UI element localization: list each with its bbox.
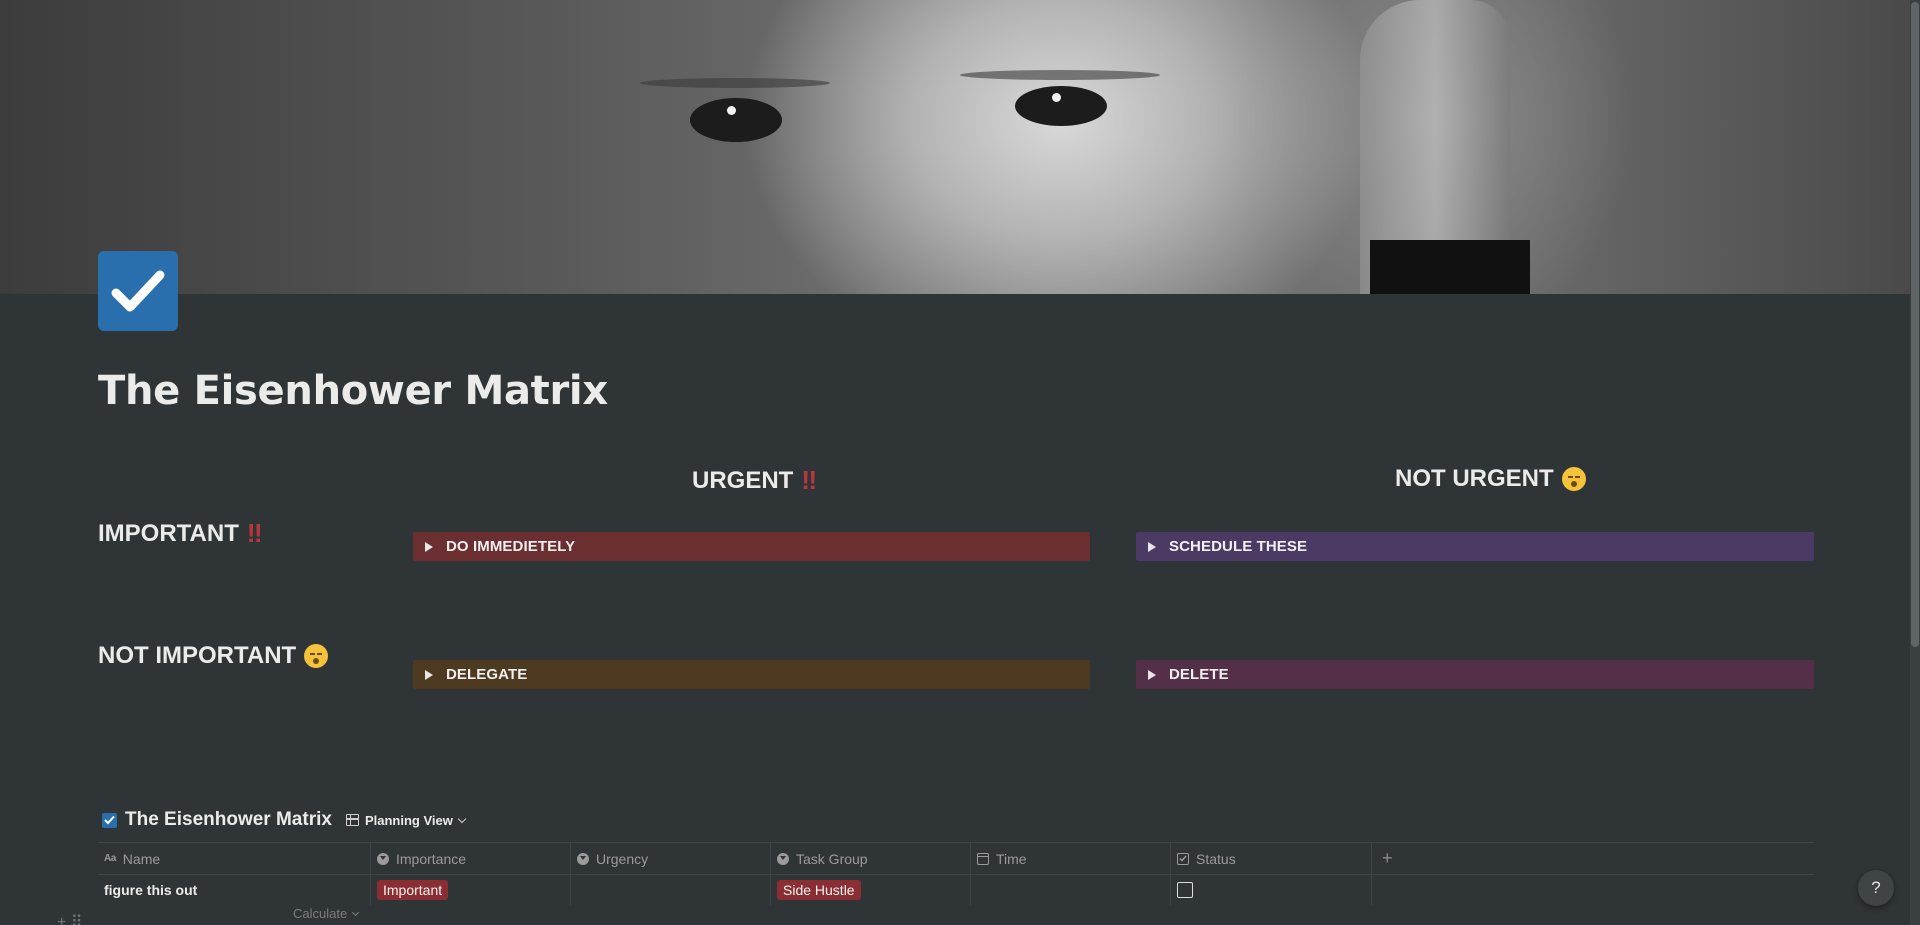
column-header-urgency[interactable]: Urgency [571, 843, 771, 874]
sleeping-face-icon [304, 644, 329, 668]
table-view-icon [345, 814, 359, 826]
column-label: Task Group [796, 850, 868, 867]
cell-urgency[interactable] [571, 875, 771, 905]
select-property-icon [777, 852, 789, 865]
column-label: Status [1196, 850, 1236, 867]
column-label: Time [996, 850, 1027, 867]
sleeping-face-icon [1561, 467, 1586, 491]
text-property-icon: Aa [104, 853, 116, 864]
double-exclamation-icon: ‼ [246, 518, 263, 548]
column-header-status[interactable]: Status [1171, 843, 1372, 874]
toggle-label: SCHEDULE THESE [1169, 538, 1308, 555]
chevron-down-icon [352, 908, 360, 916]
not-important-label: NOT IMPORTANT [98, 642, 297, 669]
database-table: Aa Name Importance Urgency Task Group Ti… [98, 842, 1814, 905]
plus-icon: + [1382, 848, 1393, 868]
task-group-tag: Side Hustle [777, 880, 861, 900]
double-exclamation-icon: ‼ [801, 465, 817, 495]
column-header-name[interactable]: Aa Name [98, 843, 371, 874]
column-header-time[interactable]: Time [971, 843, 1171, 874]
checkbox-icon [102, 812, 117, 828]
checkmark-icon [111, 270, 165, 312]
toggle-label: DO IMMEDIETELY [446, 538, 576, 555]
cell-task-group[interactable]: Side Hustle [771, 875, 971, 905]
cell-name[interactable]: figure this out [98, 875, 371, 905]
scrollbar-thumb[interactable] [1911, 2, 1919, 647]
table-row[interactable]: figure this out Important Side Hustle [98, 875, 1814, 905]
toggle-do-immediately[interactable]: DO IMMEDIETELY [413, 532, 1090, 561]
cover-eye-left [690, 98, 782, 142]
column-header-not-urgent: NOT URGENT [1395, 465, 1586, 493]
calculate-button[interactable]: Calculate [293, 906, 360, 921]
not-urgent-label: NOT URGENT [1395, 465, 1554, 492]
column-label: Name [122, 850, 161, 867]
scrollbar[interactable] [1910, 0, 1920, 925]
row-title[interactable]: figure this out [104, 882, 197, 898]
help-icon: ? [1871, 878, 1881, 897]
page-icon[interactable] [98, 251, 178, 331]
cell-empty [1372, 875, 1814, 905]
toggle-label: DELETE [1169, 666, 1229, 683]
toggle-arrow-icon[interactable] [1148, 669, 1156, 680]
cover-eye-right [1015, 86, 1107, 126]
database-title[interactable]: The Eisenhower Matrix [125, 809, 332, 831]
column-header-importance[interactable]: Importance [371, 843, 571, 874]
importance-tag: Important [377, 880, 449, 900]
cover-brow-right [960, 70, 1160, 80]
status-checkbox[interactable] [1177, 882, 1193, 898]
view-selector-button[interactable]: Planning View [345, 812, 467, 828]
row-header-not-important: NOT IMPORTANT [98, 642, 329, 670]
toggle-delegate[interactable]: DELEGATE [413, 660, 1090, 689]
cell-time[interactable] [971, 875, 1171, 905]
important-label: IMPORTANT [98, 519, 239, 547]
checkbox-property-icon [1177, 852, 1189, 865]
column-label: Importance [396, 850, 467, 867]
drag-handle-icon[interactable]: + ⠿ [57, 912, 83, 925]
column-header-task-group[interactable]: Task Group [771, 843, 971, 874]
column-label: Urgency [596, 850, 649, 867]
cell-status[interactable] [1171, 875, 1372, 905]
toggle-arrow-icon[interactable] [425, 669, 433, 680]
page-title: The Eisenhower Matrix [98, 368, 608, 414]
cover-brow-left [640, 78, 830, 88]
urgent-label: URGENT [692, 466, 794, 494]
calendar-icon [977, 852, 989, 865]
toggle-label: DELEGATE [446, 666, 528, 683]
view-label: Planning View [364, 812, 453, 828]
calculate-label: Calculate [293, 906, 348, 921]
cell-importance[interactable]: Important [371, 875, 571, 905]
chevron-down-icon [457, 814, 467, 823]
column-header-urgent: URGENT ‼ [692, 465, 817, 496]
database-header: The Eisenhower Matrix Planning View [102, 809, 467, 831]
select-property-icon [377, 852, 389, 865]
toggle-schedule-these[interactable]: SCHEDULE THESE [1136, 532, 1814, 561]
table-header-row: Aa Name Importance Urgency Task Group Ti… [98, 843, 1814, 875]
row-header-important: IMPORTANT ‼ [98, 518, 263, 549]
toggle-delete[interactable]: DELETE [1136, 660, 1814, 689]
select-property-icon [577, 852, 589, 865]
cover-collar [1370, 240, 1530, 294]
toggle-arrow-icon[interactable] [1148, 541, 1156, 552]
toggle-arrow-icon[interactable] [425, 541, 433, 552]
add-column-button[interactable]: + [1372, 843, 1814, 874]
cover-image[interactable] [0, 0, 1910, 294]
help-button[interactable]: ? [1858, 870, 1894, 906]
